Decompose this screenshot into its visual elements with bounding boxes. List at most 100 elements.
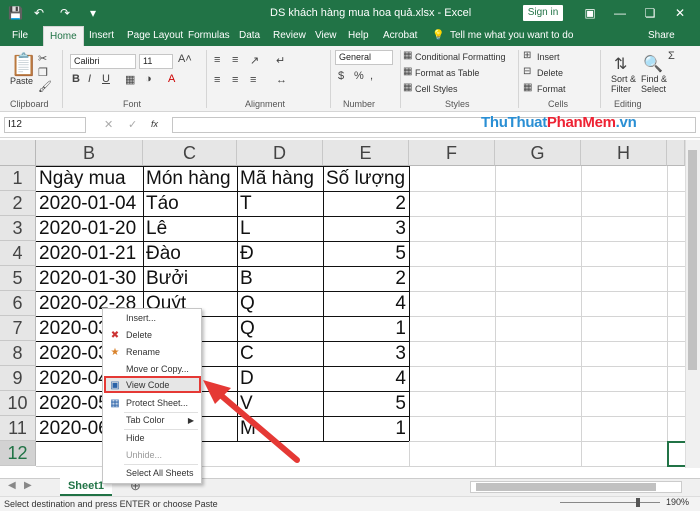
menu-item-move-copy[interactable]: Move or Copy... xyxy=(104,361,200,378)
tab-data[interactable]: Data xyxy=(239,26,260,46)
menu-item-rename[interactable]: ★ Rename xyxy=(104,344,200,361)
table-cell[interactable]: 1 xyxy=(323,316,409,341)
fill-color-icon[interactable]: ◑ xyxy=(145,73,152,85)
cell-header-date[interactable]: Ngày mua xyxy=(36,166,143,191)
format-cells-button[interactable]: Format xyxy=(537,84,566,94)
table-cell[interactable]: 4 xyxy=(323,366,409,391)
format-as-table-button[interactable]: Format as Table xyxy=(415,68,479,78)
align-left-icon[interactable]: ≡ xyxy=(214,74,220,86)
table-cell[interactable]: C xyxy=(237,341,323,366)
selected-cell[interactable] xyxy=(667,441,685,467)
table-cell[interactable]: Đ xyxy=(237,241,323,266)
cell-header-code[interactable]: Mã hàng xyxy=(237,166,323,191)
delete-cells-button[interactable]: Delete xyxy=(537,68,563,78)
row-header-5[interactable]: 5 xyxy=(0,266,36,291)
comma-icon[interactable]: , xyxy=(370,70,373,82)
find-select-icon[interactable]: 🔍 xyxy=(643,54,663,74)
zoom-slider[interactable] xyxy=(560,498,660,507)
table-cell[interactable]: 2 xyxy=(323,266,409,291)
redo-icon[interactable]: ↷ xyxy=(60,0,70,26)
orientation-icon[interactable]: ↗ xyxy=(250,54,259,67)
italic-icon[interactable]: I xyxy=(88,73,91,85)
table-cell[interactable]: 2020-01-30 xyxy=(36,266,143,291)
insert-cells-button[interactable]: Insert xyxy=(537,52,560,62)
table-cell[interactable]: 2020-01-21 xyxy=(36,241,143,266)
column-header-b[interactable]: B xyxy=(36,140,143,166)
row-header-9[interactable]: 9 xyxy=(0,366,36,391)
conditional-formatting-icon[interactable]: ▦ xyxy=(403,50,412,61)
table-cell[interactable]: 3 xyxy=(323,341,409,366)
tab-page-layout[interactable]: Page Layout xyxy=(127,26,183,46)
column-header-d[interactable]: D xyxy=(237,140,323,166)
tab-insert[interactable]: Insert xyxy=(89,26,114,46)
close-icon[interactable]: ✕ xyxy=(665,0,695,26)
table-cell[interactable]: 2020-01-04 xyxy=(36,191,143,216)
save-icon[interactable]: 💾 xyxy=(8,0,23,26)
tab-home[interactable]: Home xyxy=(43,26,84,46)
sort-filter-label-2[interactable]: Filter xyxy=(611,84,631,94)
row-header-6[interactable]: 6 xyxy=(0,291,36,316)
tab-review[interactable]: Review xyxy=(273,26,306,46)
sort-filter-label[interactable]: Sort & xyxy=(611,74,636,84)
borders-icon[interactable]: ▦ xyxy=(125,73,135,86)
autosum-icon[interactable]: Σ xyxy=(668,50,675,62)
table-cell[interactable]: Táo xyxy=(143,191,237,216)
row-header-8[interactable]: 8 xyxy=(0,341,36,366)
insert-function-button[interactable]: fx xyxy=(151,119,158,129)
cell-styles-icon[interactable]: ▦ xyxy=(403,82,412,93)
column-header-e[interactable]: E xyxy=(323,140,409,166)
menu-item-select-all-sheets[interactable]: Select All Sheets xyxy=(104,465,200,482)
conditional-formatting-button[interactable]: Conditional Formatting xyxy=(415,52,506,62)
column-header-c[interactable]: C xyxy=(143,140,237,166)
merge-center-icon[interactable]: ↔ xyxy=(276,74,287,86)
table-cell[interactable]: 5 xyxy=(323,241,409,266)
table-cell[interactable]: Bưởi xyxy=(143,266,237,291)
table-cell[interactable]: Q xyxy=(237,316,323,341)
underline-icon[interactable]: U xyxy=(102,73,110,85)
vertical-scrollbar-thumb[interactable] xyxy=(688,150,697,370)
row-header-10[interactable]: 10 xyxy=(0,391,36,416)
column-header-f[interactable]: F xyxy=(409,140,495,166)
horizontal-scrollbar-thumb[interactable] xyxy=(476,483,656,491)
tab-help[interactable]: Help xyxy=(348,26,369,46)
table-cell[interactable]: 2 xyxy=(323,191,409,216)
table-cell[interactable]: B xyxy=(237,266,323,291)
align-top-icon[interactable]: ≡ xyxy=(214,54,220,66)
table-cell[interactable]: 4 xyxy=(323,291,409,316)
table-cell[interactable]: 5 xyxy=(323,391,409,416)
tab-acrobat[interactable]: Acrobat xyxy=(383,26,417,46)
delete-cells-icon[interactable]: ⊟ xyxy=(523,66,531,77)
copy-icon[interactable]: ❐ xyxy=(38,66,48,79)
customize-qa-icon[interactable]: ▾ xyxy=(90,0,96,26)
table-cell[interactable]: L xyxy=(237,216,323,241)
paste-icon[interactable]: 📋 xyxy=(10,52,37,78)
menu-item-tab-color[interactable]: Tab Color ▶ xyxy=(104,412,200,429)
tab-file[interactable]: File xyxy=(12,26,28,46)
find-select-label-2[interactable]: Select xyxy=(641,84,666,94)
tab-view[interactable]: View xyxy=(315,26,337,46)
grow-font-icon[interactable]: A˄ xyxy=(178,53,192,65)
align-right-icon[interactable]: ≡ xyxy=(250,74,256,86)
name-box[interactable]: I12 xyxy=(4,117,86,133)
menu-item-protect-sheet[interactable]: ▦ Protect Sheet... xyxy=(104,395,200,412)
find-select-label[interactable]: Find & xyxy=(641,74,667,84)
column-header-i[interactable] xyxy=(667,140,685,166)
menu-item-delete[interactable]: ✖ Delete xyxy=(104,327,200,344)
row-header-7[interactable]: 7 xyxy=(0,316,36,341)
menu-item-insert[interactable]: Insert... xyxy=(104,310,200,327)
table-cell[interactable]: T xyxy=(237,191,323,216)
sort-filter-icon[interactable]: ⇅ xyxy=(614,54,627,74)
row-header-11[interactable]: 11 xyxy=(0,416,36,441)
format-cells-icon[interactable]: ▦ xyxy=(523,82,532,93)
format-painter-icon[interactable]: 🖌 xyxy=(38,80,52,93)
sign-in-button[interactable]: Sign in xyxy=(523,5,563,21)
row-header-1[interactable]: 1 xyxy=(0,166,36,191)
row-header-12[interactable]: 12 xyxy=(0,441,36,466)
table-cell[interactable]: 1 xyxy=(323,416,409,441)
cut-icon[interactable]: ✂ xyxy=(38,52,47,65)
cell-header-item[interactable]: Món hàng xyxy=(143,166,237,191)
enter-icon[interactable]: ✓ xyxy=(128,118,137,131)
cancel-icon[interactable]: ✕ xyxy=(104,118,113,131)
number-format-combo[interactable]: General xyxy=(335,50,393,65)
menu-item-view-code[interactable]: ▣ View Code xyxy=(104,377,200,394)
